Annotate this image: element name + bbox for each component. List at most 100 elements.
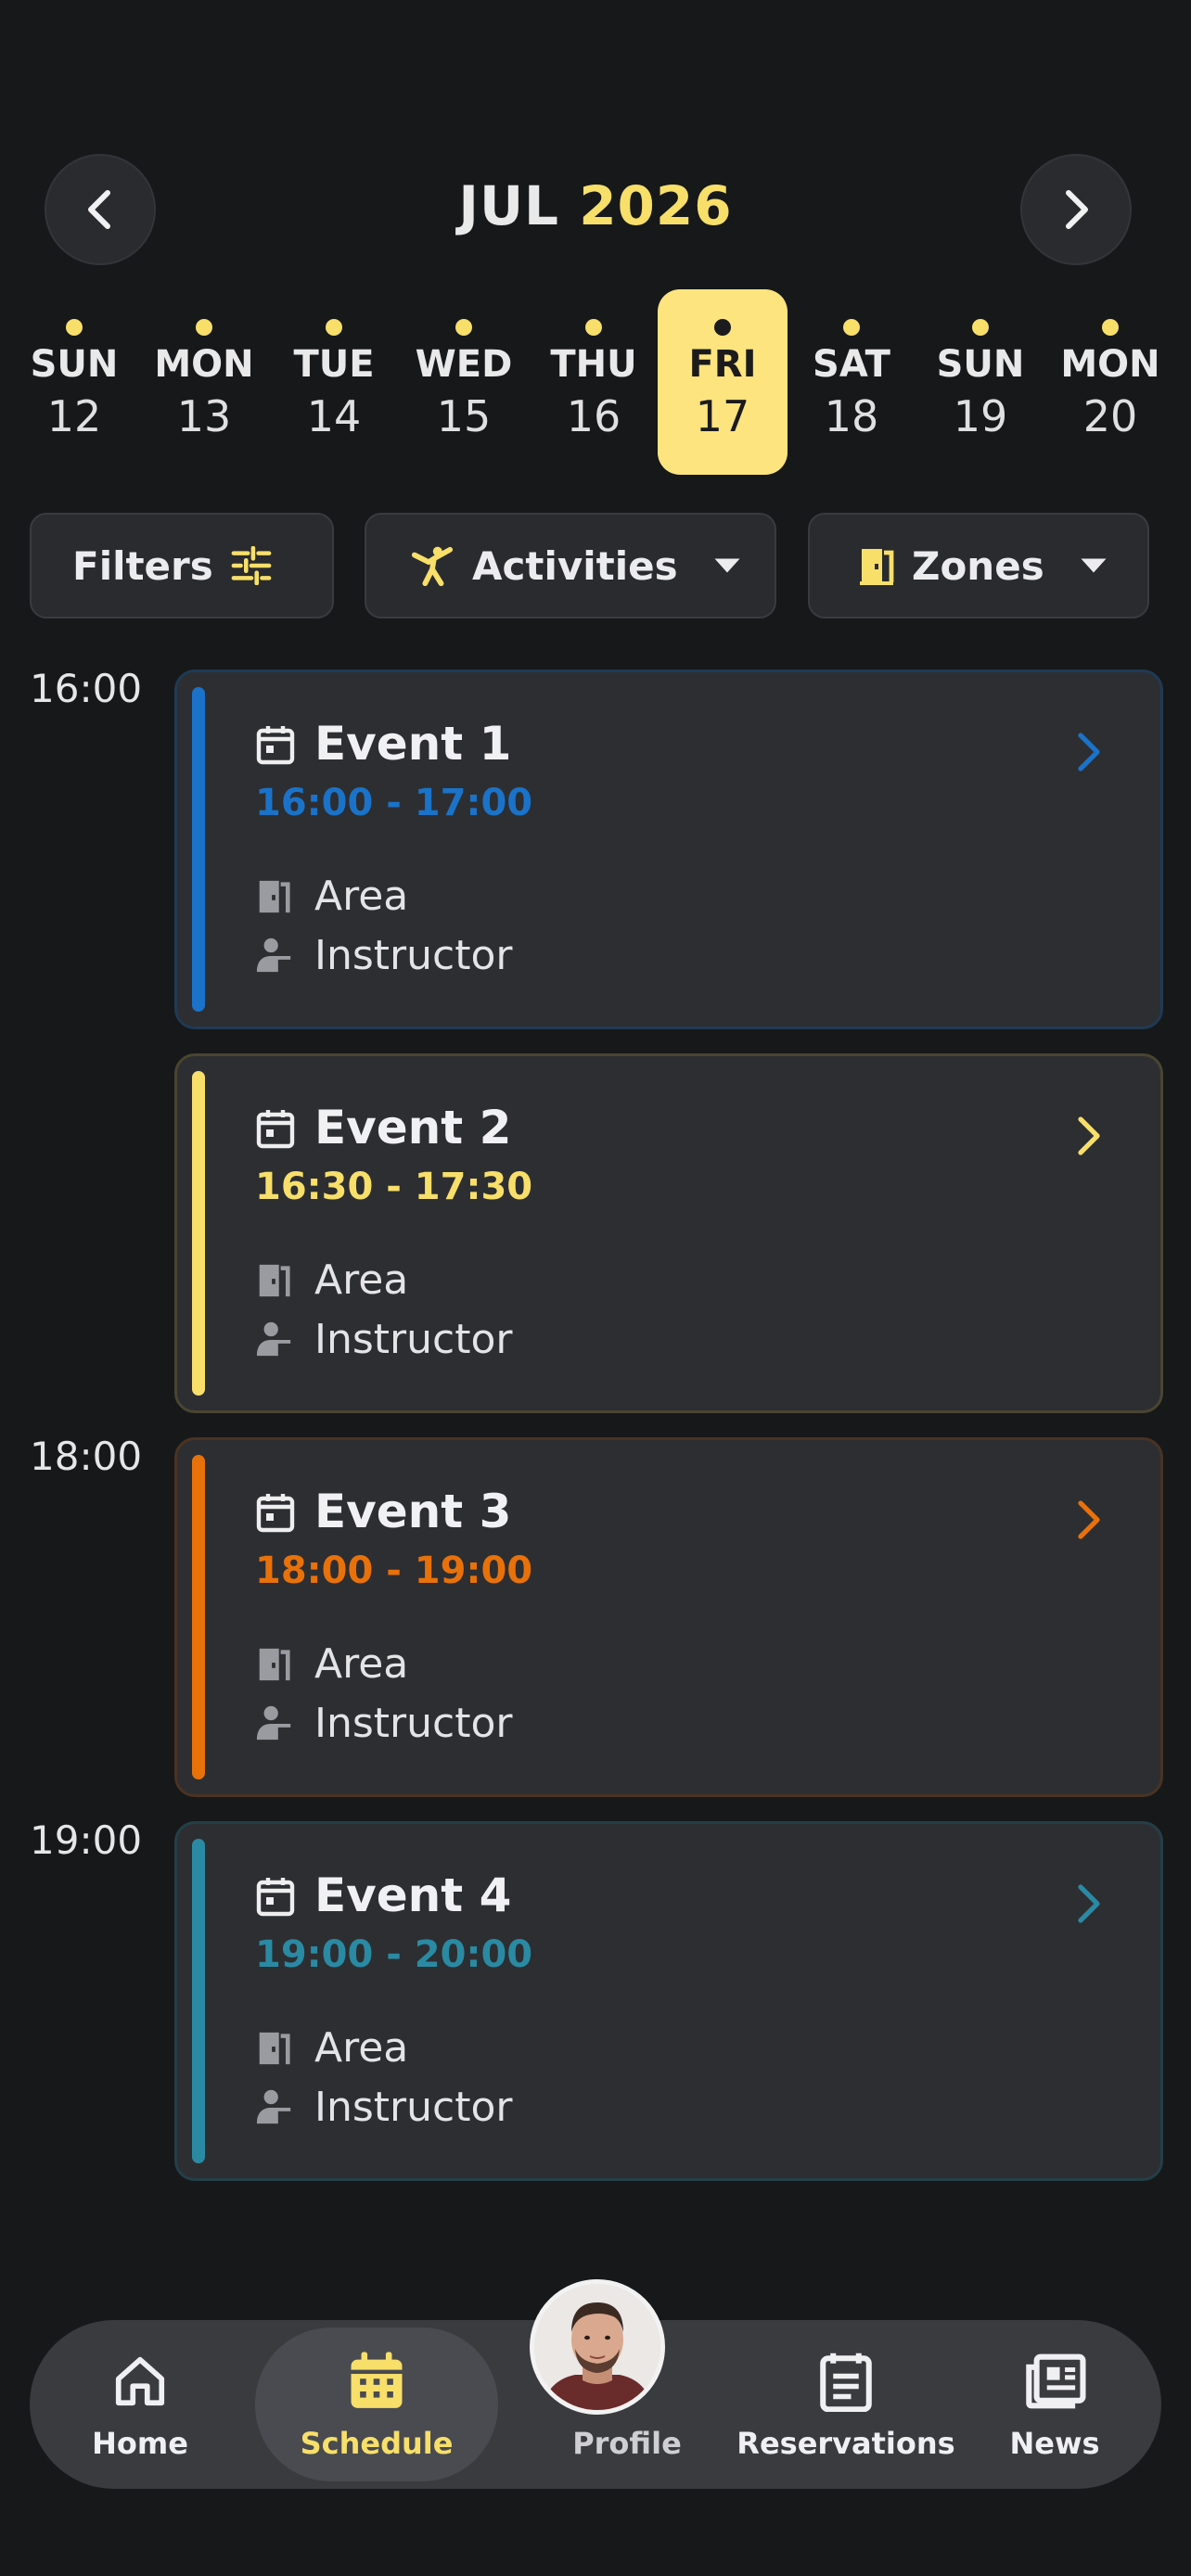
calendar-grid-icon	[346, 2348, 407, 2415]
nav-news-label: News	[1009, 2426, 1100, 2461]
event-dot	[714, 319, 731, 336]
chevron-right-icon[interactable]	[1077, 732, 1101, 776]
day-number: 19	[953, 391, 1008, 441]
door-icon	[858, 545, 895, 586]
day-of-week: THU	[550, 343, 637, 386]
day-mon-13[interactable]: MON 13	[139, 289, 269, 475]
event-title: Event 2	[314, 1101, 512, 1154]
event-card-2[interactable]: Event 2 16:30 - 17:30 Area Instructor	[174, 1053, 1163, 1413]
event-color-bar	[192, 1455, 205, 1779]
home-icon	[111, 2348, 169, 2415]
next-month-button[interactable]	[1020, 154, 1132, 265]
nav-reservations[interactable]: Reservations	[716, 2320, 976, 2489]
event-title: Event 4	[314, 1868, 512, 1922]
event-dot	[66, 319, 83, 336]
schedule-screen: JUL 2026 SUN 12 MON 13 TUE 14 WED 15 THU…	[0, 0, 1191, 2576]
day-of-week: WED	[415, 343, 513, 386]
day-sat-18[interactable]: SAT 18	[787, 289, 916, 475]
nav-profile-label: Profile	[572, 2426, 682, 2461]
chevron-right-icon[interactable]	[1077, 1499, 1101, 1544]
day-number: 18	[824, 391, 879, 441]
event-area: Area	[255, 1256, 408, 1304]
event-card-4[interactable]: Event 4 19:00 - 20:00 Area Instructor	[174, 1821, 1163, 2181]
calendar-icon	[255, 1876, 296, 1920]
event-instructor: Instructor	[255, 2084, 512, 2131]
zones-dropdown[interactable]: Zones	[808, 513, 1149, 618]
day-of-week: SAT	[813, 343, 890, 386]
caret-down-icon	[713, 557, 741, 574]
event-dot	[1102, 319, 1119, 336]
chevron-right-icon[interactable]	[1077, 1116, 1101, 1160]
day-tue-14[interactable]: TUE 14	[269, 289, 399, 475]
event-instructor: Instructor	[255, 1316, 512, 1363]
month-label: JUL	[458, 174, 559, 237]
time-label: 18:00	[30, 1434, 143, 1479]
nav-schedule-label: Schedule	[300, 2426, 454, 2461]
month-title: JUL 2026	[0, 174, 1191, 237]
day-number: 17	[695, 391, 750, 441]
activities-label: Activities	[472, 542, 678, 589]
chevron-right-icon[interactable]	[1077, 1883, 1101, 1928]
reservations-icon	[817, 2348, 875, 2415]
day-number: 13	[176, 391, 232, 441]
avatar-photo	[534, 2284, 660, 2410]
event-area: Area	[255, 2024, 408, 2072]
event-time: 16:00 - 17:00	[255, 782, 533, 824]
day-of-week: TUE	[293, 343, 375, 386]
nav-reservations-label: Reservations	[736, 2426, 955, 2461]
day-number: 20	[1082, 391, 1138, 441]
zones-label: Zones	[912, 542, 1044, 589]
event-color-bar	[192, 1839, 205, 2163]
event-dot	[326, 319, 342, 336]
day-of-week: MON	[154, 343, 254, 386]
instructor-icon	[255, 1320, 298, 1359]
calendar-icon	[255, 724, 296, 769]
martial-arts-icon	[411, 544, 454, 587]
event-card-1[interactable]: Event 1 16:00 - 17:00 Area Instructor	[174, 670, 1163, 1029]
day-wed-15[interactable]: WED 15	[399, 289, 529, 475]
day-thu-16[interactable]: THU 16	[529, 289, 659, 475]
caret-down-icon	[1080, 557, 1108, 574]
event-dot	[455, 319, 472, 336]
instructor-icon	[255, 937, 298, 976]
event-time: 19:00 - 20:00	[255, 1933, 533, 1976]
calendar-icon	[255, 1108, 296, 1153]
filters-label: Filters	[72, 542, 213, 589]
event-instructor-label: Instructor	[314, 1700, 513, 1747]
calendar-icon	[255, 1492, 296, 1537]
event-area-label: Area	[314, 1256, 409, 1304]
time-label: 19:00	[30, 1817, 143, 1863]
day-number: 15	[436, 391, 492, 441]
nav-schedule[interactable]: Schedule	[255, 2327, 498, 2481]
event-dot	[196, 319, 212, 336]
instructor-icon	[255, 2088, 298, 2127]
event-area-label: Area	[314, 873, 409, 920]
event-time: 16:30 - 17:30	[255, 1166, 533, 1208]
day-sun-12[interactable]: SUN 12	[9, 289, 139, 475]
day-fri-17-selected[interactable]: FRI 17	[658, 289, 788, 475]
nav-home[interactable]: Home	[52, 2320, 228, 2489]
event-color-bar	[192, 1071, 205, 1396]
event-instructor-label: Instructor	[314, 1316, 513, 1363]
day-of-week: FRI	[688, 343, 757, 386]
instructor-icon	[255, 1704, 298, 1743]
day-sun-19[interactable]: SUN 19	[916, 289, 1045, 475]
nav-home-label: Home	[92, 2426, 188, 2461]
door-icon	[255, 2029, 298, 2068]
event-time: 18:00 - 19:00	[255, 1549, 533, 1592]
door-icon	[255, 1645, 298, 1684]
year-label: 2026	[579, 174, 733, 237]
profile-avatar[interactable]	[530, 2279, 665, 2415]
sliders-icon	[230, 546, 273, 585]
day-mon-20[interactable]: MON 20	[1045, 289, 1175, 475]
door-icon	[255, 1261, 298, 1300]
filters-button[interactable]: Filters	[30, 513, 334, 618]
activities-dropdown[interactable]: Activities	[365, 513, 776, 618]
day-number: 14	[306, 391, 362, 441]
event-dot	[585, 319, 602, 336]
nav-news[interactable]: News	[967, 2320, 1143, 2489]
event-card-3[interactable]: Event 3 18:00 - 19:00 Area Instructor	[174, 1437, 1163, 1797]
newspaper-icon	[1021, 2348, 1088, 2415]
door-icon	[255, 877, 298, 916]
event-title: Event 1	[314, 717, 512, 771]
